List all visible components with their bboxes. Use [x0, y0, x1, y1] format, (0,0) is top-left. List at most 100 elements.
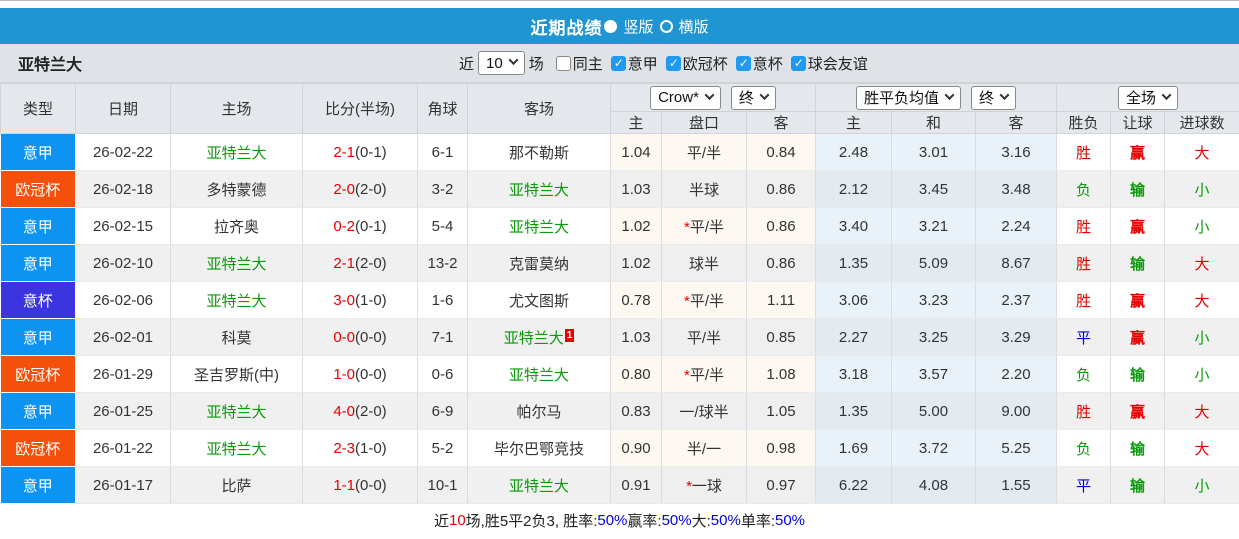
games-count-select[interactable]: 10 [478, 51, 525, 75]
odds-away-cell: 1.05 [746, 392, 817, 430]
odds-time-select[interactable]: 终 [730, 85, 776, 110]
score-cell: 2-0(2-0) [302, 170, 418, 208]
summary-segment: 50% [597, 512, 628, 529]
match-date: 26-01-25 [75, 392, 171, 430]
chevron-down-icon [508, 55, 519, 66]
summary-segment: 大: [691, 513, 711, 530]
league-label-serie-a[interactable]: 意甲 [628, 53, 658, 74]
league-checkbox-friendly[interactable] [790, 55, 806, 71]
handicap-result-cell: 输 [1110, 466, 1166, 504]
result-cell: 平 [1056, 466, 1112, 504]
odds-away-cell: 0.86 [746, 170, 817, 208]
match-table-body: 意甲 26-02-22 亚特兰大 2-1(0-1) 6-1 那不勒斯 1.04 … [0, 133, 1239, 504]
match-date: 26-02-06 [75, 281, 171, 319]
league-checkbox-serie-a[interactable] [610, 55, 626, 71]
handicap-cell: *平/半 [661, 133, 747, 171]
vertical-layout-label[interactable]: 竖版 [623, 16, 653, 37]
avg-time-select[interactable]: 终 [971, 85, 1017, 110]
results-table: 类型 日期 主场 比分(半场) 角球 客场 Crow* 终 胜平负均值 终 全场… [0, 83, 1239, 504]
league-badge: 意甲 [0, 392, 76, 430]
avg-home-cell: 2.27 [815, 318, 893, 356]
subheader-avg-home: 主 [815, 111, 893, 134]
chevron-down-icon [1161, 89, 1172, 100]
league-checkbox-coppa[interactable] [735, 55, 751, 71]
summary-segment: 10 [448, 512, 466, 529]
avg-away-cell: 3.48 [975, 170, 1058, 208]
same-home-checkbox[interactable] [555, 55, 571, 71]
chevron-down-icon [944, 89, 955, 100]
league-badge: 意甲 [0, 207, 76, 245]
home-team: 拉齐奥 [213, 218, 259, 236]
goals-cell: 大 [1164, 133, 1239, 171]
subheader-odds-away: 客 [745, 111, 817, 134]
league-label-coppa[interactable]: 意杯 [753, 53, 783, 74]
table-row: 意甲 26-02-22 亚特兰大 2-1(0-1) 6-1 那不勒斯 1.04 … [0, 133, 1239, 171]
odds-away-cell: 1.08 [746, 355, 817, 393]
goals-cell: 大 [1164, 244, 1239, 282]
score-cell: 1-0(0-0) [302, 355, 418, 393]
handicap-result-cell: 输 [1110, 355, 1166, 393]
odds-home-cell: 0.90 [610, 429, 662, 467]
team-name: 亚特兰大 [18, 57, 83, 74]
league-label-ucl[interactable]: 欧冠杯 [683, 53, 728, 74]
handicap-cell: *平/半 [661, 318, 747, 356]
corner-cell: 0-6 [417, 355, 468, 393]
away-team: 毕尔巴鄂竞技 [493, 440, 584, 458]
vertical-layout-radio[interactable] [604, 19, 618, 33]
avg-home-cell: 2.48 [815, 133, 893, 171]
away-team: 尤文图斯 [508, 292, 569, 310]
home-team: 亚特兰大 [206, 144, 267, 162]
avg-away-cell: 8.67 [975, 244, 1058, 282]
avg-type-value: 胜平负均值 [864, 90, 940, 107]
league-badge: 意甲 [0, 466, 76, 504]
chevron-down-icon [759, 89, 770, 100]
away-team: 亚特兰大 [508, 218, 569, 236]
summary-segment: 近 [433, 513, 449, 530]
table-row: 意甲 26-02-15 拉齐奥 0-2(0-1) 5-4 亚特兰大 1.02 *… [0, 207, 1239, 245]
scope-select[interactable]: 全场 [1118, 85, 1179, 110]
match-date: 26-02-18 [75, 170, 171, 208]
avg-home-cell: 3.40 [815, 207, 893, 245]
subheader-handicap-result: 让球 [1110, 111, 1166, 134]
avg-type-select[interactable]: 胜平负均值 [856, 85, 962, 110]
away-team: 亚特兰大 [508, 181, 569, 199]
top-strip [0, 0, 1239, 8]
horizontal-layout-label[interactable]: 横版 [679, 16, 709, 37]
odds-company-select[interactable]: Crow* [650, 85, 721, 110]
avg-home-cell: 6.22 [815, 466, 893, 504]
avg-away-cell: 1.55 [975, 466, 1058, 504]
handicap-cell: *平/半 [661, 281, 747, 319]
odds-away-cell: 0.84 [746, 133, 817, 171]
league-checkbox-ucl[interactable] [665, 55, 681, 71]
league-label-friendly[interactable]: 球会友谊 [808, 53, 868, 74]
odds-away-cell: 0.98 [746, 429, 817, 467]
horizontal-layout-radio[interactable] [659, 19, 673, 33]
corner-cell: 3-2 [417, 170, 468, 208]
avg-away-cell: 2.24 [975, 207, 1058, 245]
odds-home-cell: 1.02 [610, 244, 662, 282]
page-title: 近期战绩 [530, 18, 603, 38]
avg-away-cell: 5.25 [975, 429, 1058, 467]
odds-away-cell: 1.11 [746, 281, 817, 319]
avg-away-cell: 3.16 [975, 133, 1058, 171]
avg-home-cell: 2.12 [815, 170, 893, 208]
corner-cell: 1-6 [417, 281, 468, 319]
corner-cell: 13-2 [417, 244, 468, 282]
same-home-label[interactable]: 同主 [573, 53, 603, 74]
summary-segment: 50% [710, 512, 741, 529]
avg-away-cell: 2.20 [975, 355, 1058, 393]
summary-segment: 场,胜5平2负3, 胜率: [465, 513, 598, 530]
result-cell: 胜 [1056, 133, 1112, 171]
away-team: 亚特兰大 [508, 366, 569, 384]
handicap-result-cell: 赢 [1110, 281, 1166, 319]
result-cell: 平 [1056, 318, 1112, 356]
table-row: 意甲 26-02-01 科莫 0-0(0-0) 7-1 亚特兰大1 1.03 *… [0, 318, 1239, 356]
score-cell: 2-3(1-0) [302, 429, 418, 467]
match-date: 26-01-29 [75, 355, 171, 393]
league-badge: 欧冠杯 [0, 355, 76, 393]
away-team: 亚特兰大 [508, 477, 569, 495]
home-team: 亚特兰大 [206, 403, 267, 421]
odds-select-group: Crow* 终 [609, 83, 817, 112]
odds-home-cell: 1.02 [610, 207, 662, 245]
summary-footer: 近 10 场,胜5平2负3, 胜率: 50% 赢率: 50% 大: 50% 单率: 50% [0, 504, 1239, 537]
